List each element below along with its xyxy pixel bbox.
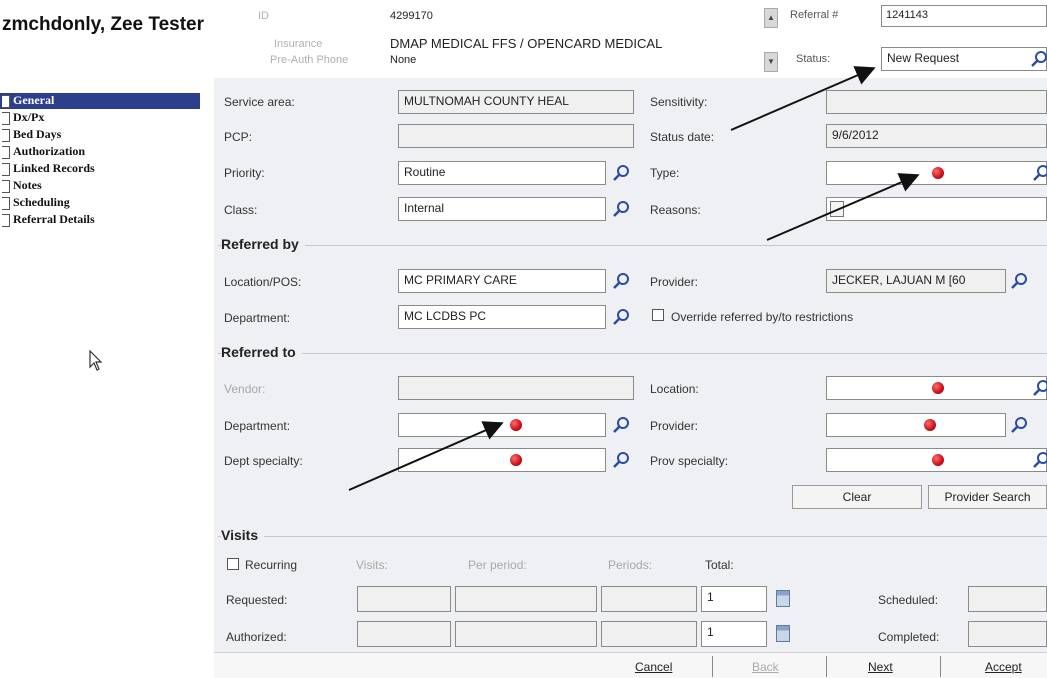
annotation-arrows bbox=[348, 66, 920, 491]
annotation-arrow bbox=[348, 421, 504, 491]
annotation-arrow bbox=[730, 66, 876, 131]
annotation-arrow bbox=[766, 173, 920, 241]
